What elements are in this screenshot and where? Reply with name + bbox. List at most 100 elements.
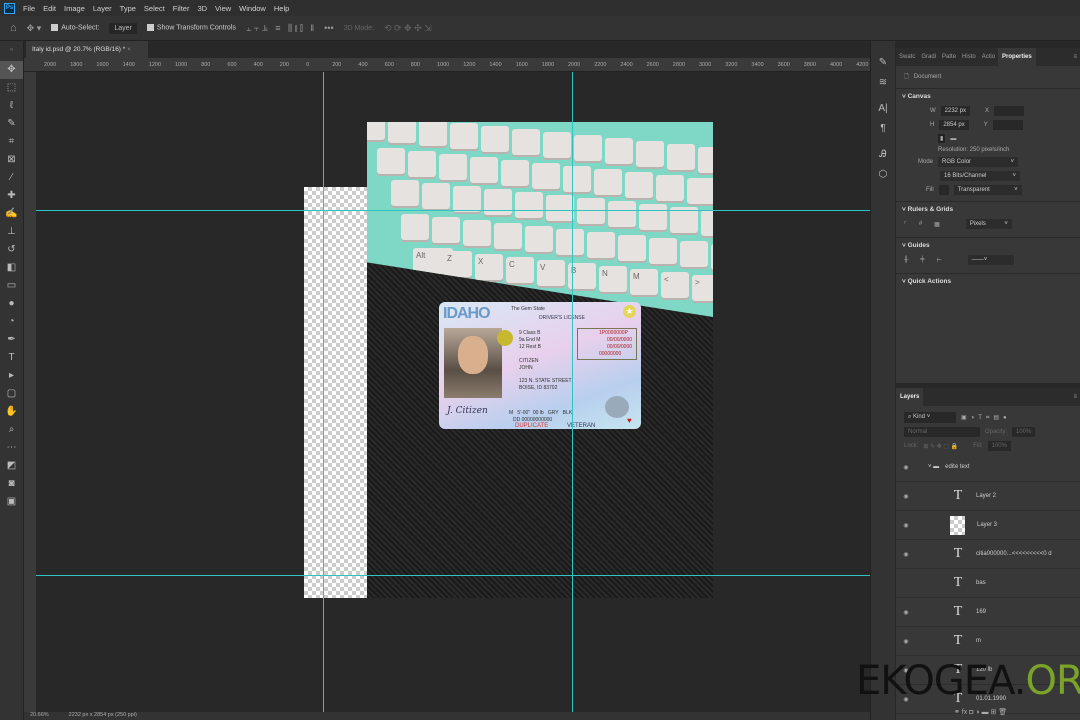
new-guide-icon[interactable]: ╪ (920, 257, 924, 263)
document-tab[interactable]: Italy id.psd @ 20.7% (RGB/16) * × (26, 41, 148, 58)
quick-mask-icon[interactable]: ◙ (0, 475, 23, 493)
layer-row[interactable]: ◉ Tcitia000000...<<<<<<<<<0 d (896, 540, 1080, 569)
3d-icon[interactable]: ⬡ (871, 165, 895, 185)
fill-swatch[interactable] (938, 185, 949, 195)
guide-horizontal[interactable] (36, 210, 870, 211)
auto-select-checkbox[interactable]: Auto-Select: (51, 24, 99, 32)
visibility-eye-icon[interactable]: ◉ (896, 609, 916, 616)
layer-row[interactable]: ◉ T 169 (896, 598, 1080, 627)
layer-row[interactable]: ◉ Layer 3 (896, 511, 1080, 540)
more-icon[interactable]: ••• (324, 23, 333, 33)
menu-filter[interactable]: Filter (173, 4, 190, 13)
color-swatches-icon[interactable]: ◩ (0, 457, 23, 475)
layer-row[interactable]: Tbas (896, 569, 1080, 598)
canvas-section[interactable]: ˅ Canvas (896, 88, 1080, 104)
tab-properties[interactable]: Properties (998, 48, 1036, 66)
rulers-grids-section[interactable]: ˅ Rulers & Grids (896, 201, 1080, 217)
3d-tools-icons[interactable]: ⟲ ⟳ ✥ ✣ ⇲ (384, 23, 432, 34)
filter-kind-dropdown[interactable]: ⌕ Kind ˅ (904, 412, 956, 423)
zoom-tool-icon[interactable]: ⌕ (0, 421, 23, 439)
eyedropper-tool-icon[interactable]: ⁄ (0, 169, 23, 187)
blend-mode-dropdown[interactable]: Normal (904, 427, 980, 437)
history-brush-icon[interactable]: ↺ (0, 241, 23, 259)
tab-actions[interactable]: Actio (979, 54, 998, 60)
grid-icon[interactable]: # (919, 221, 922, 227)
dodge-tool-icon[interactable]: ◔ (0, 313, 23, 331)
visibility-eye-icon[interactable]: ◉ (896, 551, 916, 558)
menu-layer[interactable]: Layer (93, 4, 112, 13)
stamp-tool-icon[interactable]: ⊥ (0, 223, 23, 241)
mode-dropdown[interactable]: RGB Color ˅ (938, 157, 1019, 167)
blur-tool-icon[interactable]: ● (0, 295, 23, 313)
crop-tool-icon[interactable]: ⌗ (0, 133, 23, 151)
type-tool-icon[interactable]: T (0, 349, 23, 367)
x-field[interactable] (994, 106, 1025, 116)
guide-vertical[interactable] (572, 72, 573, 712)
menu-help[interactable]: Help (274, 4, 289, 13)
menu-type[interactable]: Type (120, 4, 136, 13)
menu-window[interactable]: Window (239, 4, 266, 13)
glyphs-icon[interactable]: Ꭿ (871, 145, 895, 165)
vertical-ruler[interactable] (24, 72, 36, 712)
lasso-tool-icon[interactable]: ℓ (0, 97, 23, 115)
path-select-icon[interactable]: ▸ (0, 367, 23, 385)
marquee-tool-icon[interactable]: ⬚ (0, 79, 23, 97)
layer-row[interactable]: ◉ T Layer 2 (896, 482, 1080, 511)
width-field[interactable]: 2232 px (940, 106, 971, 116)
height-field[interactable]: 2854 px (939, 120, 969, 130)
screen-mode-icon[interactable]: ▣ (0, 493, 23, 511)
horizontal-ruler[interactable]: 2000 1800 1600 1400 1200 1000 800 600 400 200 0 200… (24, 58, 870, 72)
document-info[interactable]: 2232 px x 2854 px (250 ppi) (69, 712, 137, 720)
menu-view[interactable]: View (215, 4, 231, 13)
brush-settings-icon[interactable]: ✎ (871, 53, 895, 73)
units-dropdown[interactable]: Pixels ˅ (965, 219, 1012, 229)
character-icon[interactable]: A| (871, 99, 895, 119)
tab-patterns[interactable]: Patte (939, 54, 959, 60)
home-icon[interactable]: ⌂ (10, 22, 17, 34)
show-transform-checkbox[interactable]: Show Transform Controls (146, 24, 236, 32)
landscape-icon[interactable]: ▬ (950, 136, 956, 142)
quick-actions-section[interactable]: ˅ Quick Actions (896, 273, 1080, 289)
shape-tool-icon[interactable]: ▢ (0, 385, 23, 403)
move-tool-icon[interactable]: ✥ ▾ (27, 23, 42, 34)
bit-depth-dropdown[interactable]: 16 Bits/Channel ˅ (940, 171, 1020, 181)
menu-select[interactable]: Select (144, 4, 165, 13)
guide-vertical[interactable] (323, 72, 324, 712)
eraser-tool-icon[interactable]: ◧ (0, 259, 23, 277)
layer-row[interactable]: ◉ Tm (896, 627, 1080, 656)
close-tab-icon[interactable]: × (127, 46, 131, 53)
lock-icons[interactable]: ⊠ ✎ ✥ ⬚ 🔒 (923, 443, 958, 450)
auto-select-dropdown[interactable]: Layer (109, 22, 137, 34)
brush-tool-icon[interactable]: ✍ (0, 205, 23, 223)
more-tools-icon[interactable]: ⋯ (0, 439, 23, 457)
visibility-eye-icon[interactable]: ◉ (896, 464, 916, 471)
fill-dropdown[interactable]: Transparent ˅ (953, 185, 1022, 195)
opacity-field[interactable]: 100% (1012, 427, 1036, 437)
zoom-level[interactable]: 20.66% (30, 712, 49, 720)
canvas-area[interactable]: AltZXCVBNM<>? IDAHO The Gem State DRIVER… (36, 72, 870, 712)
tab-gradients[interactable]: Gradi (918, 54, 939, 60)
visibility-eye-icon[interactable]: ◉ (896, 493, 916, 500)
quick-select-tool-icon[interactable]: ✎ (0, 115, 23, 133)
align-icons[interactable]: ⫠ ⫟ ⫡ ≡ ⫼ ⫾ ⫿ ǁ (246, 23, 314, 34)
panel-menu-icon[interactable]: ≡ (1070, 394, 1080, 400)
panel-menu-icon[interactable]: ≡ (1070, 54, 1080, 60)
menu-3d[interactable]: 3D (197, 4, 207, 13)
visibility-eye-icon[interactable]: ◉ (896, 638, 916, 645)
portrait-icon[interactable]: ▮ (938, 134, 946, 143)
move-tool-icon[interactable]: ✥ (0, 61, 23, 79)
menu-file[interactable]: File (23, 4, 35, 13)
brushes-icon[interactable]: ≋ (871, 73, 895, 93)
guide-style-dropdown[interactable]: ——˅ (967, 255, 1014, 265)
collapse-icon[interactable]: » (0, 41, 23, 61)
pixel-grid-icon[interactable]: ▦ (934, 221, 940, 228)
visibility-eye-icon[interactable]: ◉ (896, 522, 916, 529)
pen-tool-icon[interactable]: ✒ (0, 331, 23, 349)
guides-section[interactable]: ˅ Guides (896, 237, 1080, 253)
tab-history[interactable]: Histo (959, 54, 979, 60)
layer-footer-icons[interactable]: ⚭ fx ◘ ◑ ▬ ⊞ 🗑 (946, 706, 1015, 718)
guide-horizontal[interactable] (36, 575, 870, 576)
healing-tool-icon[interactable]: ✚ (0, 187, 23, 205)
menu-edit[interactable]: Edit (43, 4, 56, 13)
guide-layout-icon[interactable]: ⊢ (937, 257, 942, 264)
